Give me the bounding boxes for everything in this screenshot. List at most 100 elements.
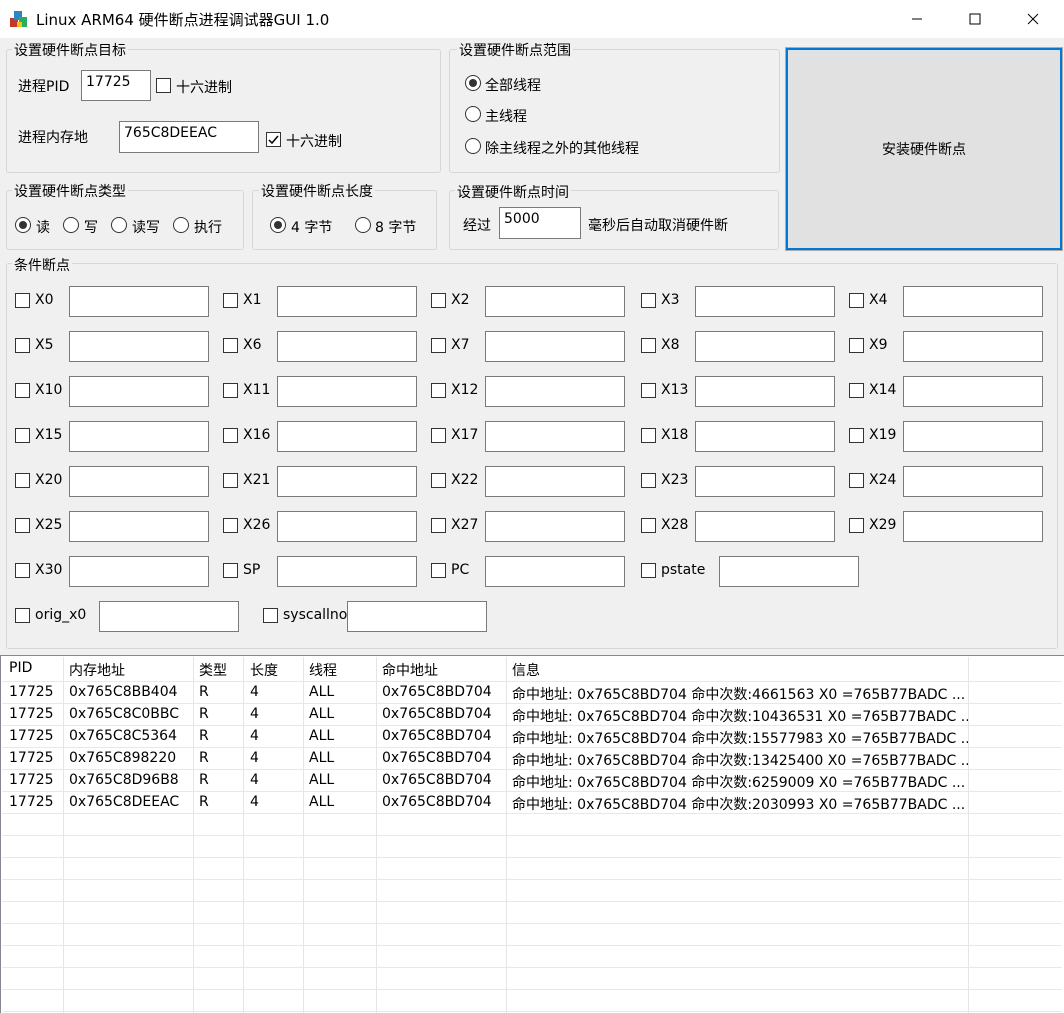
register-input-x0[interactable] bbox=[69, 286, 209, 317]
minimize-button[interactable] bbox=[888, 0, 946, 38]
register-input-x27[interactable] bbox=[485, 511, 625, 542]
checkbox-x24[interactable] bbox=[849, 473, 864, 488]
register-input-sp[interactable] bbox=[277, 556, 417, 587]
register-input-x11[interactable] bbox=[277, 376, 417, 407]
column-header[interactable]: 类型 bbox=[199, 660, 249, 680]
checkbox-x14[interactable] bbox=[849, 383, 864, 398]
register-label-x25: X25 bbox=[35, 517, 63, 533]
length-4-radio[interactable] bbox=[270, 217, 286, 233]
register-input-x15[interactable] bbox=[69, 421, 209, 452]
checkbox-x9[interactable] bbox=[849, 338, 864, 353]
checkbox-x0[interactable] bbox=[15, 293, 30, 308]
register-input-x8[interactable] bbox=[695, 331, 835, 362]
register-input-orig_x0[interactable] bbox=[99, 601, 239, 632]
maximize-button[interactable] bbox=[946, 0, 1004, 38]
checkbox-x6[interactable] bbox=[223, 338, 238, 353]
checkbox-x27[interactable] bbox=[431, 518, 446, 533]
register-input-x21[interactable] bbox=[277, 466, 417, 497]
register-input-x10[interactable] bbox=[69, 376, 209, 407]
install-breakpoint-button[interactable]: 安装硬件断点 bbox=[785, 47, 1063, 251]
checkbox-x4[interactable] bbox=[849, 293, 864, 308]
checkbox-x12[interactable] bbox=[431, 383, 446, 398]
register-input-x18[interactable] bbox=[695, 421, 835, 452]
register-label-x28: X28 bbox=[661, 517, 689, 533]
checkbox-x20[interactable] bbox=[15, 473, 30, 488]
register-input-x24[interactable] bbox=[903, 466, 1043, 497]
address-hex-checkbox[interactable] bbox=[266, 132, 281, 147]
checkbox-x29[interactable] bbox=[849, 518, 864, 533]
checkbox-x8[interactable] bbox=[641, 338, 656, 353]
checkbox-orig_x0[interactable] bbox=[15, 608, 30, 623]
checkbox-x21[interactable] bbox=[223, 473, 238, 488]
checkbox-pc[interactable] bbox=[431, 563, 446, 578]
checkbox-x2[interactable] bbox=[431, 293, 446, 308]
register-input-x5[interactable] bbox=[69, 331, 209, 362]
checkbox-x13[interactable] bbox=[641, 383, 656, 398]
type-readwrite-radio[interactable] bbox=[111, 217, 127, 233]
column-header[interactable]: 信息 bbox=[512, 660, 968, 680]
column-header[interactable]: 长度 bbox=[250, 660, 308, 680]
checkbox-x18[interactable] bbox=[641, 428, 656, 443]
register-input-x20[interactable] bbox=[69, 466, 209, 497]
checkbox-x26[interactable] bbox=[223, 518, 238, 533]
scope-other-threads-radio[interactable] bbox=[465, 138, 481, 154]
column-header[interactable]: 命中地址 bbox=[382, 660, 510, 680]
checkbox-x22[interactable] bbox=[431, 473, 446, 488]
register-input-x12[interactable] bbox=[485, 376, 625, 407]
register-input-x25[interactable] bbox=[69, 511, 209, 542]
checkbox-x23[interactable] bbox=[641, 473, 656, 488]
column-header[interactable]: 内存地址 bbox=[69, 660, 197, 680]
checkbox-x7[interactable] bbox=[431, 338, 446, 353]
checkbox-x16[interactable] bbox=[223, 428, 238, 443]
column-header[interactable]: PID bbox=[9, 660, 69, 676]
checkbox-x5[interactable] bbox=[15, 338, 30, 353]
register-input-x2[interactable] bbox=[485, 286, 625, 317]
register-input-x6[interactable] bbox=[277, 331, 417, 362]
register-input-x1[interactable] bbox=[277, 286, 417, 317]
checkbox-syscallno[interactable] bbox=[263, 608, 278, 623]
type-write-radio[interactable] bbox=[63, 217, 79, 233]
register-input-x23[interactable] bbox=[695, 466, 835, 497]
pid-input[interactable]: 17725 bbox=[81, 70, 151, 101]
checkbox-x1[interactable] bbox=[223, 293, 238, 308]
checkbox-x28[interactable] bbox=[641, 518, 656, 533]
register-input-x13[interactable] bbox=[695, 376, 835, 407]
checkbox-x10[interactable] bbox=[15, 383, 30, 398]
register-input-x17[interactable] bbox=[485, 421, 625, 452]
type-read-radio[interactable] bbox=[15, 217, 31, 233]
time-input[interactable]: 5000 bbox=[499, 207, 581, 239]
register-input-x28[interactable] bbox=[695, 511, 835, 542]
register-input-x3[interactable] bbox=[695, 286, 835, 317]
scope-all-threads-radio[interactable] bbox=[465, 75, 481, 91]
checkbox-x3[interactable] bbox=[641, 293, 656, 308]
address-input[interactable]: 765C8DEEAC bbox=[119, 121, 259, 153]
register-input-x4[interactable] bbox=[903, 286, 1043, 317]
close-button[interactable] bbox=[1004, 0, 1062, 38]
register-input-x26[interactable] bbox=[277, 511, 417, 542]
checkbox-x11[interactable] bbox=[223, 383, 238, 398]
register-input-x30[interactable] bbox=[69, 556, 209, 587]
register-input-syscallno[interactable] bbox=[347, 601, 487, 632]
register-input-x16[interactable] bbox=[277, 421, 417, 452]
checkbox-x19[interactable] bbox=[849, 428, 864, 443]
checkbox-pstate[interactable] bbox=[641, 563, 656, 578]
scope-main-thread-radio[interactable] bbox=[465, 106, 481, 122]
register-input-x22[interactable] bbox=[485, 466, 625, 497]
register-input-x14[interactable] bbox=[903, 376, 1043, 407]
pid-hex-checkbox[interactable] bbox=[156, 78, 171, 93]
register-input-x9[interactable] bbox=[903, 331, 1043, 362]
checkbox-x30[interactable] bbox=[15, 563, 30, 578]
register-input-x7[interactable] bbox=[485, 331, 625, 362]
checkbox-x25[interactable] bbox=[15, 518, 30, 533]
checkbox-x17[interactable] bbox=[431, 428, 446, 443]
type-execute-radio[interactable] bbox=[173, 217, 189, 233]
register-input-pc[interactable] bbox=[485, 556, 625, 587]
register-input-pstate[interactable] bbox=[719, 556, 859, 587]
register-input-x29[interactable] bbox=[903, 511, 1043, 542]
checkbox-x15[interactable] bbox=[15, 428, 30, 443]
checkbox-sp[interactable] bbox=[223, 563, 238, 578]
length-8-radio[interactable] bbox=[355, 217, 371, 233]
column-header[interactable]: 线程 bbox=[309, 660, 381, 680]
register-input-x19[interactable] bbox=[903, 421, 1043, 452]
register-label-x22: X22 bbox=[451, 472, 479, 488]
